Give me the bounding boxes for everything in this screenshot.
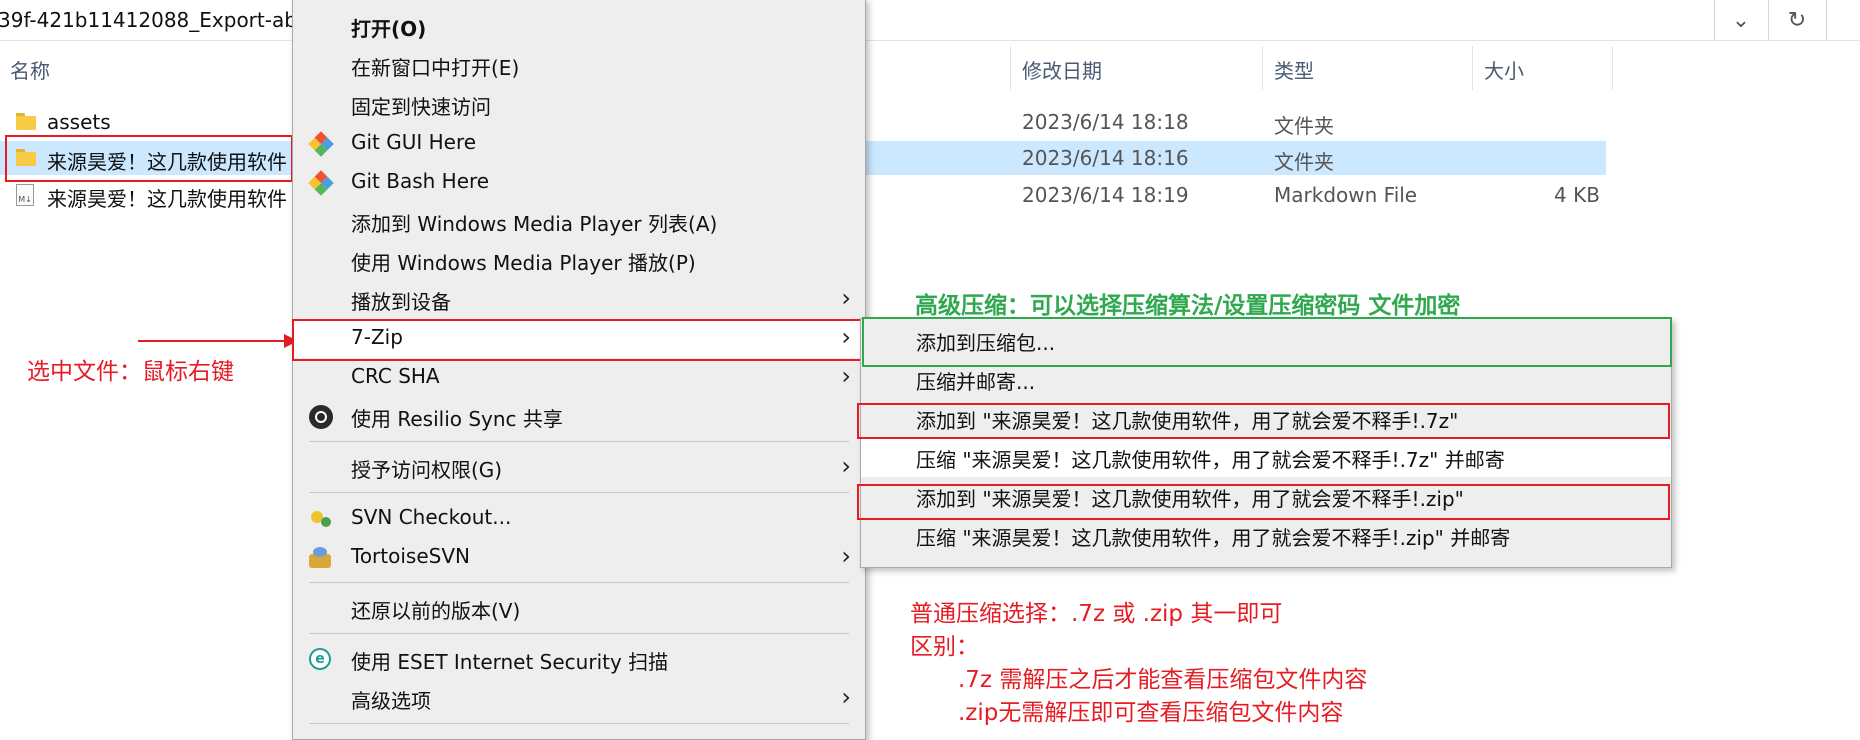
menu-item-label: 打开(O): [351, 17, 427, 41]
menu-item-label: 添加到 Windows Media Player 列表(A): [351, 212, 718, 236]
menu-item-pin-quick-access[interactable]: 固定到快速访问: [293, 85, 865, 124]
submenu-item-label: 压缩 "来源昊爱！这几款使用软件，用了就会爱不释手!.zip" 并邮寄: [916, 526, 1511, 550]
context-menu: 打开(O) 在新窗口中打开(E) 固定到快速访问 Git GUI Here Gi…: [292, 0, 866, 740]
menu-item-label: Git Bash Here: [351, 169, 490, 193]
file-date: 2023/6/14 18:19: [1022, 183, 1189, 207]
column-divider[interactable]: [1472, 46, 1473, 90]
highlight-7zip-item: [292, 319, 864, 361]
menu-separator: [309, 441, 849, 442]
markdown-file-icon: M↓: [16, 184, 34, 206]
annotation-diff-7z: .7z 需解压之后才能查看压缩包文件内容: [958, 667, 1368, 693]
git-icon: [308, 131, 334, 157]
highlight-selected-file: [5, 135, 293, 182]
menu-separator: [309, 582, 849, 583]
svn-icon: [309, 507, 333, 531]
menu-item-eset-scan[interactable]: e 使用 ESET Internet Security 扫描: [293, 640, 865, 679]
menu-item-label: 在新窗口中打开(E): [351, 56, 520, 80]
column-divider[interactable]: [1010, 46, 1011, 90]
chevron-right-icon: ›: [841, 683, 851, 711]
column-header-size[interactable]: 大小: [1484, 55, 1524, 84]
menu-item-grant-access[interactable]: 授予访问权限(G) ›: [293, 448, 865, 487]
folder-icon: [16, 113, 36, 130]
file-date: 2023/6/14 18:18: [1022, 110, 1189, 134]
submenu-item-label: 压缩 "来源昊爱！这几款使用软件，用了就会爱不释手!.7z" 并邮寄: [916, 448, 1505, 472]
resilio-icon: [309, 405, 333, 429]
chevron-right-icon: ›: [841, 284, 851, 312]
menu-item-tortoisesvn[interactable]: TortoiseSVN ›: [293, 538, 865, 577]
chevron-right-icon: ›: [841, 362, 851, 390]
highlight-add-zip: [857, 484, 1670, 520]
address-bar: 39f-421b11412088_Export-ab ⌄ ↻: [0, 0, 1860, 41]
menu-item-label: 使用 ESET Internet Security 扫描: [351, 650, 669, 674]
menu-item-label: 授予访问权限(G): [351, 458, 503, 482]
file-name: assets: [47, 110, 111, 134]
menu-item-restore-previous[interactable]: 还原以前的版本(V): [293, 589, 865, 628]
menu-item-label: 固定到快速访问: [351, 95, 491, 119]
menu-separator: [309, 492, 849, 493]
file-size: 4 KB: [1554, 183, 1600, 207]
highlight-advanced-compress: [862, 317, 1672, 367]
annotation-normal-hint: 普通压缩选择：.7z 或 .zip 其一即可: [910, 601, 1283, 627]
address-separator: [1768, 0, 1769, 40]
tortoisesvn-icon: [309, 546, 333, 570]
file-date: 2023/6/14 18:16: [1022, 146, 1189, 170]
menu-item-resilio-share[interactable]: 使用 Resilio Sync 共享: [293, 397, 865, 436]
file-type: 文件夹: [1274, 114, 1334, 138]
submenu-item-compress-zip-email[interactable]: 压缩 "来源昊爱！这几款使用软件，用了就会爱不释手!.zip" 并邮寄: [861, 516, 1671, 555]
menu-item-label: 使用 Resilio Sync 共享: [351, 407, 563, 431]
menu-item-wmp-play[interactable]: 使用 Windows Media Player 播放(P): [293, 241, 865, 280]
menu-item-label: 使用 Windows Media Player 播放(P): [351, 251, 696, 275]
address-path[interactable]: 39f-421b11412088_Export-ab: [0, 8, 297, 32]
menu-item-label: 还原以前的版本(V): [351, 599, 521, 623]
highlight-add-7z: [857, 403, 1670, 439]
address-separator: [1714, 0, 1715, 40]
chevron-right-icon: ›: [841, 452, 851, 480]
menu-separator: [309, 633, 849, 634]
column-header-type[interactable]: 类型: [1274, 55, 1314, 84]
submenu-item-label: 压缩并邮寄...: [916, 370, 1036, 394]
annotation-diff-zip: .zip无需解压即可查看压缩包文件内容: [958, 700, 1344, 726]
menu-item-git-bash[interactable]: Git Bash Here: [293, 163, 865, 202]
menu-item-cast-to-device[interactable]: 播放到设备 ›: [293, 280, 865, 319]
file-type: 文件夹: [1274, 150, 1334, 174]
annotation-select-hint: 选中文件：鼠标右键: [27, 359, 234, 385]
menu-item-label: Git GUI Here: [351, 130, 477, 154]
menu-item-open[interactable]: 打开(O): [293, 7, 865, 46]
annotation-diff-title: 区别：: [910, 634, 979, 660]
menu-item-label: 高级选项: [351, 689, 431, 713]
menu-item-git-gui[interactable]: Git GUI Here: [293, 124, 865, 163]
file-type: Markdown File: [1274, 183, 1418, 207]
menu-item-crc-sha[interactable]: CRC SHA ›: [293, 358, 865, 397]
column-divider[interactable]: [1262, 46, 1263, 90]
annotation-advanced-hint: 高级压缩：可以选择压缩算法/设置压缩密码 文件加密: [915, 293, 1461, 319]
menu-item-label: TortoiseSVN: [351, 544, 470, 568]
menu-separator: [309, 723, 849, 724]
file-name: 来源昊爱！这几款使用软件: [47, 187, 287, 211]
column-divider[interactable]: [1612, 46, 1613, 90]
chevron-right-icon: ›: [841, 542, 851, 570]
menu-item-advanced-options[interactable]: 高级选项 ›: [293, 679, 865, 718]
menu-item-label: CRC SHA: [351, 364, 440, 388]
address-separator: [1826, 0, 1827, 40]
eset-icon: e: [309, 648, 333, 672]
chevron-down-icon[interactable]: ⌄: [1718, 0, 1764, 40]
menu-item-label: 播放到设备: [351, 290, 451, 314]
menu-item-svn-checkout[interactable]: SVN Checkout...: [293, 499, 865, 538]
menu-item-label: SVN Checkout...: [351, 505, 512, 529]
annotation-arrow: [138, 340, 288, 342]
git-icon: [308, 170, 334, 196]
column-header-name[interactable]: 名称: [10, 55, 50, 84]
submenu-item-compress-7z-email[interactable]: 压缩 "来源昊爱！这几款使用软件，用了就会爱不释手!.7z" 并邮寄: [861, 438, 1671, 477]
column-header-date[interactable]: 修改日期: [1022, 55, 1102, 84]
refresh-icon[interactable]: ↻: [1774, 0, 1820, 40]
menu-item-wmp-add[interactable]: 添加到 Windows Media Player 列表(A): [293, 202, 865, 241]
menu-item-open-new-window[interactable]: 在新窗口中打开(E): [293, 46, 865, 85]
